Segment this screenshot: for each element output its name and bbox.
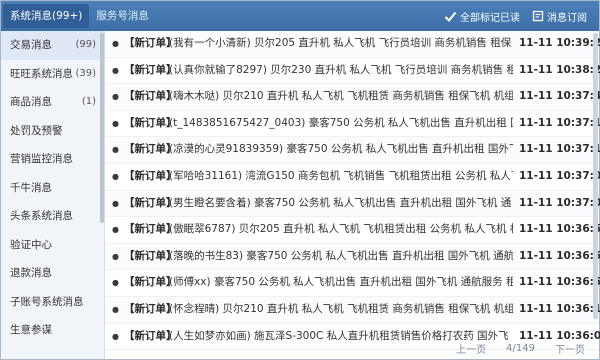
message-text: (军哈哈31161) 湾流G150 商务包机 飞机销售 飞机租赁出租 公务机 私… — [169, 169, 513, 182]
sidebar-item-product[interactable]: 商品消息 (1) — [1, 88, 104, 117]
bullet-icon: ● — [112, 145, 119, 155]
message-row[interactable]: ● 【新订单】 (t_1483851675427_0403) 豪客750 公务机 私… — [105, 111, 600, 138]
sidebar-item-subaccount[interactable]: 子账号系统消息 — [1, 288, 104, 317]
sidebar-item-count: (99) — [75, 39, 96, 50]
message-row[interactable]: ● 【新订单】 (我有一个小清新) 贝尔205 直升机 私人飞机 飞行员培训 商务机… — [105, 31, 600, 58]
bullet-icon: ● — [112, 39, 119, 48]
message-row[interactable]: ● 【新订单】 (落晚的书生83) 豪客750 公务机 私人飞机出售 直升机出租 国… — [105, 243, 600, 271]
bullet-icon: ● — [112, 225, 119, 235]
sidebar-item-label: 营销监控消息 — [10, 153, 73, 165]
tab-service-messages[interactable]: 服务号消息 — [89, 4, 156, 28]
message-text: (嗨木木哒) 贝尔210 直升机 私人飞机 飞机租赁 商务机销售 租保飞机 机组 — [169, 90, 513, 103]
bullet-icon: ● — [112, 198, 119, 208]
sidebar: 交易消息 (99) 旺旺系统消息 (39) 商品消息 (1) 处罚及预警 营销监控消息… — [1, 31, 105, 359]
sidebar-item-label: 生意参谋 — [10, 324, 52, 336]
sidebar-item-label: 处罚及预警 — [10, 124, 63, 137]
message-rows: ● 【新订单】 (我有一个小清新) 贝尔205 直升机 私人飞机 飞行员培训 商务机… — [105, 31, 600, 351]
message-text: (师傅xx) 豪客750 公务机 私人飞机出售 直升机出租 国外飞机 通航服务 … — [169, 276, 513, 289]
sidebar-item-verification[interactable]: 验证中心 — [1, 231, 104, 260]
message-list: ● 【新订单】 (我有一个小清新) 贝尔205 直升机 私人飞机 飞行员培训 商务机… — [105, 31, 600, 359]
subscribe-icon — [532, 10, 544, 22]
sidebar-item-qianniu[interactable]: 千牛消息 — [1, 174, 104, 203]
mark-all-read-button[interactable]: 全部标记已读 — [444, 9, 520, 24]
sidebar-item-marketing[interactable]: 营销监控消息 — [1, 145, 104, 174]
message-row[interactable]: ● 【新订单】 (怀念程晴) 贝尔210 直升机 私人飞机 飞机租赁 商务机销售 租… — [105, 296, 600, 324]
sidebar-item-refund[interactable]: 退款消息 — [1, 259, 104, 288]
header-actions: 全部标记已读 消息订阅 — [444, 1, 599, 31]
message-text: (凉漠的心灵91839359) 豪客750 公务机 私人飞机出售 直升机出租 国… — [169, 143, 513, 156]
subscribe-button[interactable]: 消息订阅 — [532, 9, 587, 24]
sidebar-item-count: (1) — [81, 96, 96, 107]
message-row[interactable]: ● 【新订单】 (嗨木木哒) 贝尔210 直升机 私人飞机 飞机租赁 商务机销售 租… — [105, 84, 600, 111]
sidebar-item-label: 交易消息 — [10, 39, 52, 51]
sidebar-item-label: 千牛消息 — [10, 181, 52, 194]
sidebar-item-count: (39) — [75, 67, 96, 79]
sidebar-item-label: 旺旺系统消息 — [10, 67, 73, 80]
message-row[interactable]: ● 【新订单】 (凉漠的心灵91839359) 豪客750 公务机 私人飞机出售 直… — [105, 137, 600, 164]
sidebar-item-headline[interactable]: 头条系统消息 — [1, 202, 104, 231]
sidebar-item-wangwang-system[interactable]: 旺旺系统消息 (39) — [1, 60, 104, 89]
sidebar-item-trade[interactable]: 交易消息 (99) — [1, 31, 104, 60]
message-text: (认真你就输了8297) 贝尔230 直升机 私人飞机 飞行员培训 商务机销售 … — [169, 63, 513, 76]
message-time: 11-11 10:38:28 — [519, 63, 600, 76]
tab-system-messages[interactable]: 系统消息(99+) — [3, 4, 90, 28]
sidebar-item-label: 退款消息 — [10, 267, 52, 279]
message-text: (我有一个小清新) 贝尔205 直升机 私人飞机 飞行员培训 商务机销售 租保 — [169, 37, 512, 49]
sidebar-item-business-advisor[interactable]: 生意参谋 — [1, 316, 104, 345]
bullet-icon: ● — [112, 251, 119, 261]
sidebar-item-label: 头条系统消息 — [10, 210, 73, 222]
message-text: (怀念程晴) 贝尔210 直升机 私人飞机 飞机租赁 商务机销售 租保飞机 机组 — [169, 302, 513, 315]
next-page-button[interactable]: 下一页 — [555, 341, 585, 356]
message-time: 11-11 10:37:40 — [519, 90, 600, 103]
message-time: 11-11 10:37:18 — [519, 116, 600, 129]
message-row[interactable]: ● 【新订单】 (师傅xx) 豪客750 公务机 私人飞机出售 直升机出租 国外飞机… — [105, 270, 600, 297]
message-text: (t_1483851675427_0403) 豪客750 公务机 私人飞机出售 … — [169, 116, 513, 129]
sidebar-item-label: 子账号系统消息 — [10, 295, 84, 308]
message-center-window: 系统消息(99+) 服务号消息 全部标记已读 消息订阅 交易消息 (99) 旺旺系… — [0, 0, 600, 360]
message-time: 11-11 10:36:13 — [519, 302, 600, 315]
header-bar: 系统消息(99+) 服务号消息 全部标记已读 消息订阅 — [1, 1, 599, 31]
message-row[interactable]: ● 【新订单】 (认真你就输了8297) 贝尔230 直升机 私人飞机 飞行员培训 … — [105, 58, 600, 85]
sidebar-item-penalty[interactable]: 处罚及预警 — [1, 117, 104, 146]
bullet-icon: ● — [112, 118, 119, 128]
pagination: 上一页 4/149 下一页 — [105, 338, 599, 358]
sidebar-item-label: 验证中心 — [10, 238, 52, 251]
sidebar-scrollbar[interactable] — [100, 33, 104, 223]
message-time: 11-11 10:37:16 — [519, 143, 600, 156]
checkmark-icon — [444, 11, 457, 22]
message-text: (落晚的书生83) 豪客750 公务机 私人飞机出售 直升机出租 国外飞机 通航 — [169, 249, 513, 262]
message-time: 11-11 10:39:23 — [519, 37, 600, 49]
message-time: 11-11 10:36:58 — [519, 223, 600, 236]
bullet-icon: ● — [112, 304, 119, 314]
bullet-icon: ● — [112, 171, 119, 181]
message-list-scrollbar[interactable] — [593, 33, 598, 319]
message-time: 11-11 10:36:52 — [519, 249, 600, 262]
sidebar-item-label: 商品消息 — [10, 96, 52, 108]
message-time: 11-11 10:36:51 — [519, 276, 600, 289]
message-row[interactable]: ● 【新订单】 (男生瞪名要含着) 豪客750 公务机 私人飞机出售 直升机出租 国… — [105, 190, 600, 218]
mark-all-read-label: 全部标记已读 — [460, 12, 520, 24]
subscribe-label: 消息订阅 — [547, 12, 587, 24]
message-time: 11-11 10:37:05 — [519, 196, 600, 209]
bullet-icon: ● — [112, 65, 119, 75]
message-row[interactable]: ● 【新订单】 (傲眠翠6787) 贝尔205 直升机 私人飞机 飞机租赁出租 公务… — [105, 217, 600, 244]
page-indicator: 4/149 — [506, 342, 535, 354]
message-text: (男生瞪名要含着) 豪客750 公务机 私人飞机出售 直升机出租 国外飞机 通 — [169, 196, 512, 209]
bullet-icon: ● — [112, 278, 119, 288]
message-time: 11-11 10:37:09 — [519, 169, 600, 182]
message-row[interactable]: ● 【新订单】 (军哈哈31161) 湾流G150 商务包机 飞机销售 飞机租赁出租… — [105, 164, 600, 191]
prev-page-button[interactable]: 上一页 — [456, 341, 486, 356]
bullet-icon: ● — [112, 92, 119, 102]
message-text: (傲眠翠6787) 贝尔205 直升机 私人飞机 飞机租赁出租 公务机 私人飞机… — [169, 223, 513, 236]
